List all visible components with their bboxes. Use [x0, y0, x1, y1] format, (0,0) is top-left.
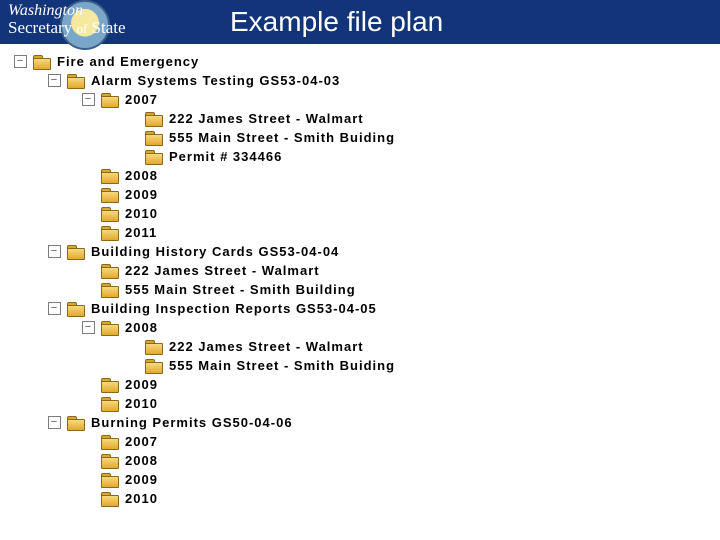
- folder-icon: [145, 131, 163, 145]
- brand-block: Washington Secretary of State: [8, 2, 126, 38]
- folder-icon: [67, 416, 85, 430]
- tree-section[interactable]: − Building Inspection Reports GS53-04-05: [48, 299, 720, 318]
- tree-item[interactable]: 222 James Street - Walmart: [126, 109, 720, 128]
- tree-root[interactable]: − Fire and Emergency: [14, 52, 720, 71]
- tree-label: 2009: [125, 377, 158, 392]
- tree-label: 2009: [125, 187, 158, 202]
- folder-icon: [101, 473, 119, 487]
- folder-icon: [101, 454, 119, 468]
- tree-item[interactable]: 2010: [82, 204, 720, 223]
- tree-label: 222 James Street - Walmart: [125, 263, 320, 278]
- tree-item[interactable]: 555 Main Street - Smith Buiding: [126, 356, 720, 375]
- tree-section[interactable]: − Building History Cards GS53-04-04: [48, 242, 720, 261]
- folder-icon: [101, 397, 119, 411]
- tree-section[interactable]: − Alarm Systems Testing GS53-04-03: [48, 71, 720, 90]
- file-plan-tree: − Fire and Emergency − Alarm Systems Tes…: [0, 44, 720, 508]
- collapse-icon[interactable]: −: [48, 74, 61, 87]
- folder-icon: [145, 340, 163, 354]
- folder-icon: [145, 359, 163, 373]
- tree-item[interactable]: 222 James Street - Walmart: [126, 337, 720, 356]
- tree-item[interactable]: − 2007: [82, 90, 720, 109]
- folder-icon: [101, 435, 119, 449]
- brand-word-of: of: [76, 21, 87, 36]
- tree-label: Burning Permits GS50-04-06: [91, 415, 293, 430]
- tree-label: 2008: [125, 320, 158, 335]
- tree-item[interactable]: 2009: [82, 375, 720, 394]
- tree-label: 222 James Street - Walmart: [169, 339, 364, 354]
- tree-label: 2008: [125, 168, 158, 183]
- folder-icon: [101, 321, 119, 335]
- folder-icon: [101, 207, 119, 221]
- collapse-icon[interactable]: −: [82, 321, 95, 334]
- tree-label: 2007: [125, 434, 158, 449]
- tree-item[interactable]: 2007: [82, 432, 720, 451]
- folder-icon: [101, 283, 119, 297]
- tree-item[interactable]: 2009: [82, 185, 720, 204]
- tree-item[interactable]: 2008: [82, 166, 720, 185]
- tree-label: 2009: [125, 472, 158, 487]
- tree-label: 2010: [125, 206, 158, 221]
- tree-item[interactable]: Permit # 334466: [126, 147, 720, 166]
- tree-item[interactable]: − 2008: [82, 318, 720, 337]
- tree-label: Building Inspection Reports GS53-04-05: [91, 301, 377, 316]
- brand-word-state: State: [92, 18, 126, 37]
- tree-label: 222 James Street - Walmart: [169, 111, 364, 126]
- collapse-icon[interactable]: −: [48, 302, 61, 315]
- tree-label: 2008: [125, 453, 158, 468]
- folder-icon: [67, 245, 85, 259]
- tree-section[interactable]: − Burning Permits GS50-04-06: [48, 413, 720, 432]
- folder-icon: [101, 492, 119, 506]
- folder-icon: [101, 264, 119, 278]
- brand-word-secretary: Secretary: [8, 18, 72, 37]
- folder-icon: [67, 302, 85, 316]
- folder-icon: [145, 112, 163, 126]
- folder-icon: [101, 169, 119, 183]
- folder-icon: [101, 93, 119, 107]
- brand-office: Secretary of State: [8, 18, 126, 38]
- tree-item[interactable]: 2008: [82, 451, 720, 470]
- folder-icon: [33, 55, 51, 69]
- collapse-icon[interactable]: −: [48, 416, 61, 429]
- tree-item[interactable]: 555 Main Street - Smith Buiding: [126, 128, 720, 147]
- page-title: Example file plan: [230, 6, 443, 38]
- folder-icon: [101, 188, 119, 202]
- tree-item[interactable]: 555 Main Street - Smith Building: [82, 280, 720, 299]
- tree-label: 555 Main Street - Smith Buiding: [169, 130, 395, 145]
- tree-label: Fire and Emergency: [57, 54, 199, 69]
- tree-label: 555 Main Street - Smith Building: [125, 282, 356, 297]
- tree-label: Alarm Systems Testing GS53-04-03: [91, 73, 340, 88]
- collapse-icon[interactable]: −: [14, 55, 27, 68]
- tree-item[interactable]: 2009: [82, 470, 720, 489]
- tree-item[interactable]: 2010: [82, 394, 720, 413]
- header-bar: Washington Secretary of State Example fi…: [0, 0, 720, 44]
- tree-label: 2010: [125, 396, 158, 411]
- tree-label: 2011: [125, 225, 157, 240]
- tree-label: Permit # 334466: [169, 149, 282, 164]
- folder-icon: [145, 150, 163, 164]
- tree-item[interactable]: 222 James Street - Walmart: [82, 261, 720, 280]
- tree-label: 555 Main Street - Smith Buiding: [169, 358, 395, 373]
- tree-label: Building History Cards GS53-04-04: [91, 244, 339, 259]
- folder-icon: [101, 226, 119, 240]
- collapse-icon[interactable]: −: [82, 93, 95, 106]
- tree-label: 2007: [125, 92, 158, 107]
- collapse-icon[interactable]: −: [48, 245, 61, 258]
- folder-icon: [101, 378, 119, 392]
- tree-label: 2010: [125, 491, 158, 506]
- tree-item[interactable]: 2010: [82, 489, 720, 508]
- tree-item[interactable]: 2011: [82, 223, 720, 242]
- folder-icon: [67, 74, 85, 88]
